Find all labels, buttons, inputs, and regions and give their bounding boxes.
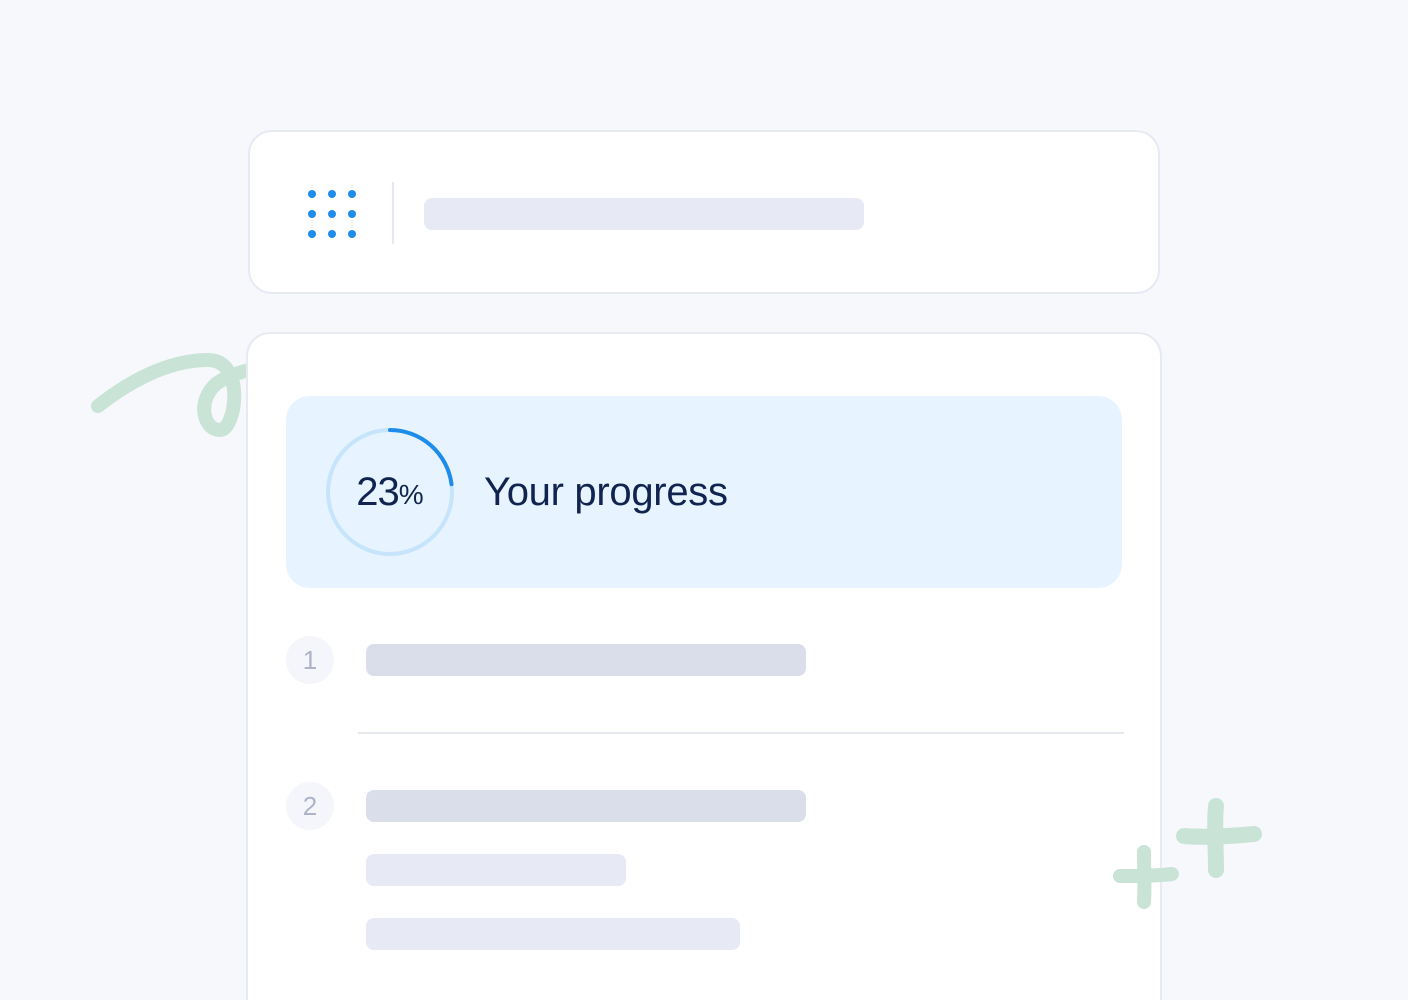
progress-value: 23: [356, 469, 399, 514]
main-card: 23 % Your progress 1 2: [246, 332, 1162, 1000]
sparkle-plus-icon: [1113, 845, 1179, 909]
list-divider: [358, 732, 1124, 734]
step-1-title-placeholder[interactable]: [366, 644, 806, 676]
progress-title: Your progress: [484, 470, 728, 514]
step-2-title-placeholder[interactable]: [366, 790, 806, 822]
page: 23 % Your progress 1 2: [0, 0, 1408, 1000]
step-badge: 2: [286, 782, 334, 830]
step-2-line-placeholder: [366, 918, 740, 950]
progress-panel: 23 % Your progress: [286, 396, 1122, 588]
header-title-placeholder: [424, 198, 864, 230]
header-divider: [392, 182, 394, 244]
progress-percentage: 23 %: [324, 426, 456, 558]
header-card: [248, 130, 1160, 294]
step-2-line-placeholder: [366, 854, 626, 886]
app-grid-icon-glyph: [308, 190, 356, 238]
app-grid-icon[interactable]: [308, 190, 356, 238]
sparkle-plus-icon: [1176, 798, 1262, 878]
progress-ring: 23 %: [324, 426, 456, 558]
progress-unit: %: [398, 479, 424, 510]
step-badge: 1: [286, 636, 334, 684]
